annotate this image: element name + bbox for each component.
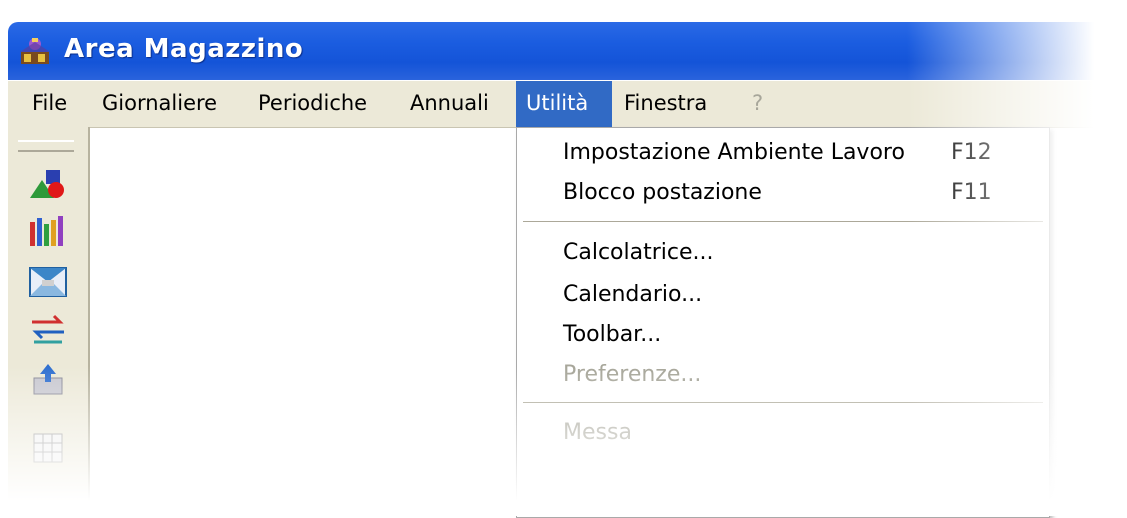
- pencils-icon[interactable]: [26, 214, 70, 250]
- shortcut-f12: F12: [951, 140, 992, 165]
- menu-finestra[interactable]: Finestra: [614, 81, 717, 127]
- menuitem-messaggi[interactable]: Messa: [563, 420, 632, 445]
- menuitem-calendario[interactable]: Calendario...: [563, 282, 702, 307]
- envelope-icon[interactable]: [26, 264, 70, 300]
- toolbar-grip[interactable]: [18, 140, 74, 152]
- menu-file[interactable]: File: [22, 81, 77, 127]
- upload-box-icon[interactable]: [26, 362, 70, 398]
- menuitem-preferenze[interactable]: Preferenze...: [563, 362, 701, 387]
- menu-periodiche[interactable]: Periodiche: [248, 81, 377, 127]
- menu-separator: [523, 402, 1043, 404]
- menu-separator: [523, 221, 1043, 223]
- menuitem-toolbar[interactable]: Toolbar...: [563, 322, 661, 347]
- menuitem-impostazione-ambiente-lavoro[interactable]: Impostazione Ambiente Lavoro: [563, 140, 905, 165]
- fade-overlay-top: [0, 0, 1127, 22]
- menuitem-blocco-postazione[interactable]: Blocco postazione: [563, 180, 762, 205]
- menuitem-calcolatrice[interactable]: Calcolatrice...: [563, 240, 714, 265]
- menu-annuali[interactable]: Annuali: [400, 81, 499, 127]
- menu-help[interactable]: ?: [742, 81, 773, 127]
- shortcut-f11: F11: [951, 180, 992, 205]
- transfer-arrows-icon[interactable]: [26, 312, 70, 348]
- shapes-icon[interactable]: [26, 166, 70, 202]
- menu-giornaliere[interactable]: Giornaliere: [92, 81, 227, 127]
- utilita-dropdown-menu: Impostazione Ambiente Lavoro F12 Blocco …: [516, 127, 1050, 518]
- menu-utilita[interactable]: Utilità: [516, 81, 612, 127]
- window-title: Area Magazzino: [64, 34, 304, 64]
- grid-sheet-icon[interactable]: [26, 430, 70, 466]
- warehouse-app-icon: [20, 38, 50, 64]
